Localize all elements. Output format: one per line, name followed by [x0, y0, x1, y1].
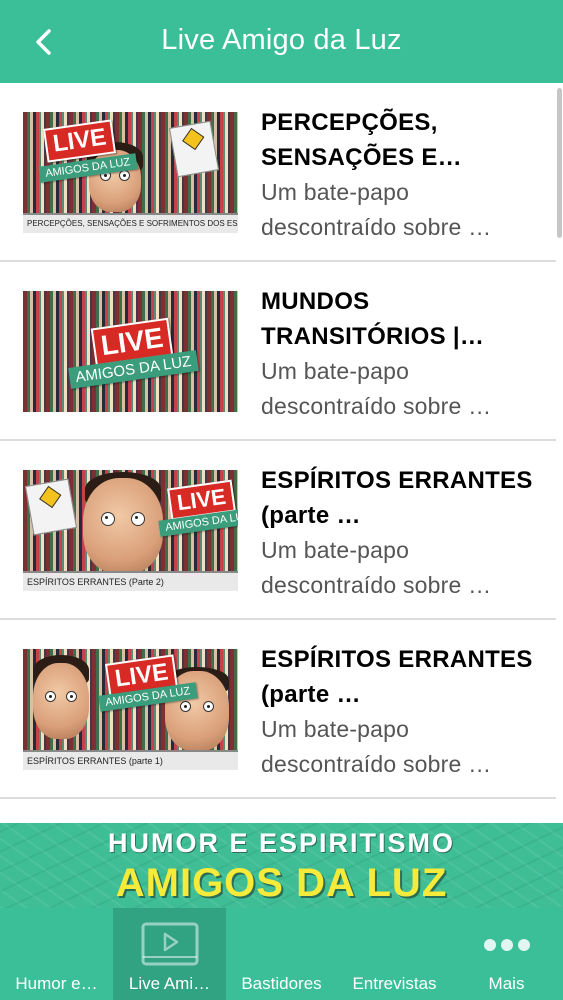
thumb-caption: ESPÍRITOS ERRANTES (Parte 2): [23, 571, 238, 591]
caution-sign: [168, 120, 220, 178]
thumb-person-face: [83, 478, 163, 574]
video-description: Um bate-papo descontraído sobre …: [261, 537, 492, 598]
video-list-item[interactable]: LIVE AMIGOS DA LUZ ESPÍRITOS ERRANTES (p…: [0, 620, 556, 799]
video-thumbnail: LIVE AMIGOS DA LUZ: [23, 291, 238, 412]
video-list-item[interactable]: LIVE AMIGOS DA LUZ MUNDOS TRANSITÓRIOS |…: [0, 262, 556, 441]
thumb-caption: ESPÍRITOS ERRANTES (parte 1): [23, 750, 238, 770]
banner-brand: AMIGOS DA LUZ: [115, 861, 448, 905]
caution-sign: [24, 478, 78, 536]
video-thumbnail: LIVE AMIGOS DA LUZ ESPÍRITOS ERRANTES (p…: [23, 649, 238, 770]
video-description: Um bate-papo descontraído sobre …: [261, 716, 492, 777]
thumb-caption: PERCEPÇÕES, SENSAÇÕES E SOFRIMENTOS DOS …: [23, 213, 238, 233]
video-description: Um bate-papo descontraído sobre …: [261, 358, 492, 419]
tab-bastidores[interactable]: Bastidores: [225, 908, 338, 1000]
tab-humor[interactable]: Humor e…: [0, 908, 113, 1000]
thumb-person-face: [33, 663, 89, 739]
video-description: Um bate-papo descontraído sobre …: [261, 179, 492, 240]
promo-banner[interactable]: HUMOR E ESPIRITISMO AMIGOS DA LUZ: [0, 823, 563, 908]
video-list-item[interactable]: [0, 799, 556, 823]
tab-entrevistas[interactable]: Entrevistas: [338, 908, 451, 1000]
tab-live[interactable]: Live Ami…: [113, 908, 226, 1000]
list-scrollbar[interactable]: [557, 88, 562, 238]
tab-label: Mais: [488, 974, 525, 993]
banner-headline: HUMOR E ESPIRITISMO: [107, 828, 456, 858]
video-title: ESPÍRITOS ERRANTES (parte …: [261, 646, 533, 708]
app-header: Live Amigo da Luz: [0, 0, 563, 83]
video-title: ESPÍRITOS ERRANTES (parte …: [261, 467, 533, 529]
video-thumbnail: LIVE AMIGOS DA LUZ ESPÍRITOS ERRANTES (P…: [23, 470, 238, 591]
video-play-icon: [141, 922, 198, 966]
video-list[interactable]: LIVE AMIGOS DA LUZ PERCEPÇÕES, SENSAÇÕES…: [0, 83, 556, 823]
tab-more[interactable]: Mais: [450, 908, 563, 1000]
page-title: Live Amigo da Luz: [161, 24, 402, 56]
tab-label: Live Ami…: [128, 974, 211, 993]
video-thumbnail: LIVE AMIGOS DA LUZ PERCEPÇÕES, SENSAÇÕES…: [23, 112, 238, 233]
video-title: PERCEPÇÕES, SENSAÇÕES E…: [261, 109, 462, 171]
tab-label: Humor e…: [15, 974, 98, 993]
bottom-tab-bar: Humor e… Live Ami… Bastidores Entrevista…: [0, 908, 563, 1000]
more-dots-icon: [483, 939, 530, 951]
video-list-item[interactable]: LIVE AMIGOS DA LUZ PERCEPÇÕES, SENSAÇÕES…: [0, 83, 556, 262]
video-list-item[interactable]: LIVE AMIGOS DA LUZ ESPÍRITOS ERRANTES (P…: [0, 441, 556, 620]
tab-label: Entrevistas: [352, 974, 437, 993]
video-title: MUNDOS TRANSITÓRIOS |…: [261, 288, 485, 350]
tab-label: Bastidores: [241, 974, 322, 993]
